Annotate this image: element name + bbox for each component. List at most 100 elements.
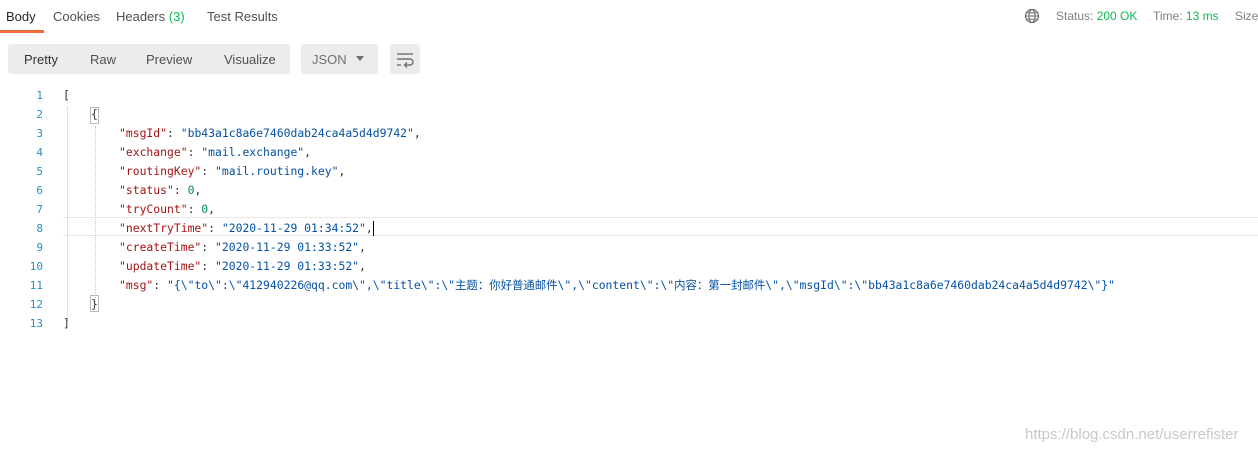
json-punctuation: ,: [338, 164, 346, 178]
tab-headers-label: Headers: [116, 9, 166, 24]
raw-button[interactable]: Raw: [90, 52, 116, 67]
json-punctuation: :: [201, 164, 216, 178]
json-key: "createTime": [119, 240, 202, 254]
view-mode-group: Pretty Raw Preview Visualize: [8, 44, 290, 74]
response-tabs: Body Cookies Headers (3) Test Results St…: [0, 0, 1258, 34]
json-value: "2020-11-29 01:33:52": [215, 259, 360, 273]
json-punctuation: :: [173, 183, 188, 197]
code-text: "updateTime": "2020-11-29 01:33:52",: [119, 257, 366, 276]
preview-button[interactable]: Preview: [146, 52, 192, 67]
json-value: "mail.exchange": [201, 145, 305, 159]
json-punctuation: :: [187, 202, 202, 216]
code-line: 7 "tryCount": 0,: [0, 200, 1258, 219]
format-select[interactable]: JSON: [301, 44, 378, 74]
code-line: 2{: [0, 105, 1258, 124]
line-number: 9: [36, 241, 43, 254]
json-key: "tryCount": [119, 202, 188, 216]
code-text: "msgId": "bb43a1c8a6e7460dab24ca4a5d4d97…: [119, 124, 421, 143]
json-key: "msgId": [119, 126, 168, 140]
code-line: 3 "msgId": "bb43a1c8a6e7460dab24ca4a5d4d9…: [0, 124, 1258, 143]
json-key: "routingKey": [119, 164, 202, 178]
json-punctuation: :: [187, 145, 202, 159]
code-line: 10 "updateTime": "2020-11-29 01:33:52",: [0, 257, 1258, 276]
json-value: "{\"to\":\"412940226@qq.com\",\"title\":…: [167, 278, 1116, 292]
json-punctuation: :: [167, 126, 181, 140]
status-meta: Status: 200 OK: [1056, 9, 1137, 23]
size-label[interactable]: Size: [1235, 9, 1258, 23]
status-value[interactable]: 200 OK: [1097, 9, 1138, 23]
globe-icon[interactable]: [1024, 8, 1040, 24]
visualize-button[interactable]: Visualize: [224, 52, 276, 67]
json-punctuation: ,: [194, 183, 202, 197]
time-meta: Time: 13 ms: [1153, 9, 1219, 23]
code-text: }: [91, 295, 98, 314]
json-punctuation: :: [201, 240, 216, 254]
json-key: "nextTryTime": [119, 221, 209, 235]
wrap-lines-icon: [397, 53, 414, 68]
json-punctuation: ]: [63, 316, 70, 330]
code-text: {: [91, 105, 98, 124]
line-number: 10: [29, 260, 43, 273]
code-line: 9 "createTime": "2020-11-29 01:33:52",: [0, 238, 1258, 257]
json-key: "msg": [119, 278, 154, 292]
json-punctuation: :: [201, 259, 216, 273]
line-number: 8: [36, 222, 43, 235]
json-value: "mail.routing.key": [215, 164, 339, 178]
json-punctuation: ,: [208, 202, 216, 216]
text-caret: [372, 221, 374, 236]
time-value[interactable]: 13 ms: [1186, 9, 1219, 23]
code-line: 6 "status": 0,: [0, 181, 1258, 200]
json-punctuation: }: [91, 297, 98, 311]
line-number: 7: [36, 203, 43, 216]
watermark-url: https://blog.csdn.net/userrefister: [1025, 426, 1239, 443]
code-text: "msg": "{\"to\":\"412940226@qq.com\",\"t…: [119, 276, 1115, 295]
wrap-lines-button[interactable]: [390, 44, 420, 74]
code-text: "status": 0,: [119, 181, 201, 200]
headers-count-badge: (3): [168, 9, 185, 24]
code-text: "createTime": "2020-11-29 01:33:52",: [119, 238, 366, 257]
code-line: 4 "exchange": "mail.exchange",: [0, 143, 1258, 162]
json-value: "bb43a1c8a6e7460dab24ca4a5d4d9742": [180, 126, 414, 140]
active-tab-indicator: [0, 30, 44, 33]
code-text: "routingKey": "mail.routing.key",: [119, 162, 345, 181]
time-label: Time:: [1153, 9, 1183, 23]
code-line: 13]: [0, 314, 1258, 333]
line-number: 6: [36, 184, 43, 197]
code-line: 11 "msg": "{\"to\":\"412940226@qq.com\",\…: [0, 276, 1258, 295]
line-number: 4: [36, 146, 43, 159]
json-punctuation: :: [153, 278, 168, 292]
json-value: "2020-11-29 01:34:52": [221, 221, 366, 235]
json-value: "2020-11-29 01:33:52": [215, 240, 360, 254]
json-punctuation: ,: [304, 145, 312, 159]
line-number: 12: [29, 298, 43, 311]
pretty-button[interactable]: Pretty: [24, 52, 58, 67]
json-punctuation: ,: [359, 259, 366, 273]
tab-test-results[interactable]: Test Results: [207, 9, 278, 24]
json-key: "status": [119, 183, 174, 197]
json-punctuation: ,: [413, 126, 421, 140]
code-line: 5 "routingKey": "mail.routing.key",: [0, 162, 1258, 181]
json-punctuation: {: [91, 107, 98, 121]
json-key: "exchange": [119, 145, 188, 159]
code-line: 12}: [0, 295, 1258, 314]
json-key: "updateTime": [119, 259, 202, 273]
code-text: "nextTryTime": "2020-11-29 01:34:52",: [119, 219, 374, 238]
chevron-down-icon: [356, 56, 364, 61]
line-number: 5: [36, 165, 43, 178]
tab-body[interactable]: Body: [6, 9, 36, 24]
code-text: "tryCount": 0,: [119, 200, 215, 219]
tab-headers[interactable]: Headers (3): [116, 9, 185, 24]
code-text: ]: [63, 314, 70, 333]
code-text: "exchange": "mail.exchange",: [119, 143, 311, 162]
json-punctuation: ,: [359, 240, 366, 254]
format-select-value: JSON: [312, 52, 347, 67]
line-number: 1: [36, 89, 43, 102]
code-text: [: [63, 86, 70, 105]
status-label: Status:: [1056, 9, 1094, 23]
code-line: 8 "nextTryTime": "2020-11-29 01:34:52",: [0, 219, 1258, 238]
tab-cookies[interactable]: Cookies: [53, 9, 100, 24]
json-punctuation: ,: [365, 221, 373, 235]
line-number: 2: [36, 108, 43, 121]
line-number: 11: [29, 279, 43, 292]
json-punctuation: [: [63, 88, 70, 102]
